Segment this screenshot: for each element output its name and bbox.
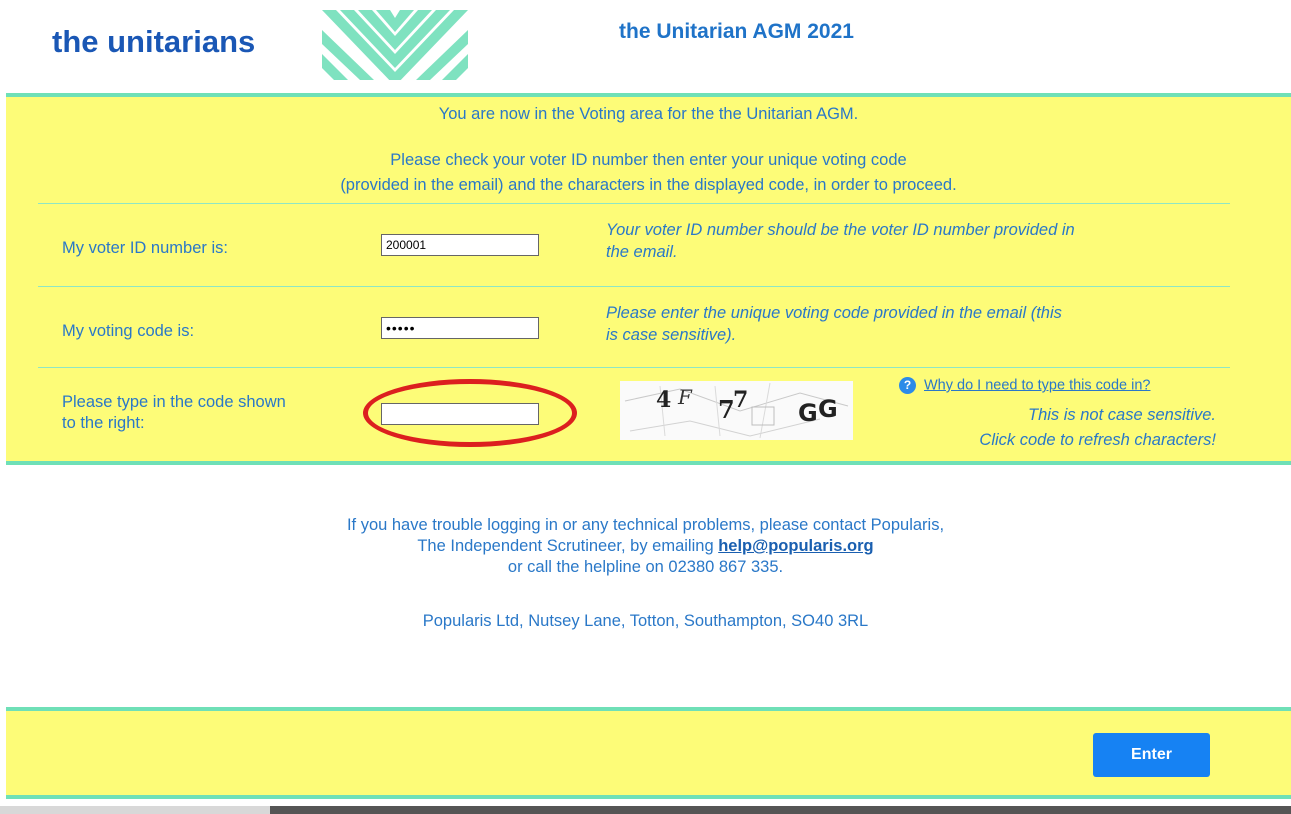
row-divider (38, 286, 1230, 287)
highlight-circle (363, 379, 577, 447)
why-code-help[interactable]: ? Why do I need to type this code in? (899, 377, 1151, 394)
voter-id-help-line-1: Your voter ID number should be the voter… (606, 221, 1075, 239)
intro-line-1: You are now in the Voting area for the t… (438, 105, 859, 123)
why-code-link[interactable]: Why do I need to type this code in? (924, 377, 1151, 393)
logo-text: the unitarians (52, 24, 256, 59)
taskbar-strip (0, 806, 1291, 814)
captcha-note-line-1: This is not case sensitive. (1028, 406, 1216, 424)
voting-code-help-line-1: Please enter the unique voting code prov… (606, 304, 1062, 322)
contact-line-2-text: The Independent Scrutineer, by emailing (417, 537, 719, 555)
captcha-note: This is not case sensitive. Click code t… (606, 403, 1216, 453)
voter-id-help-line-2: the email. (606, 243, 678, 261)
enter-button[interactable]: Enter (1093, 733, 1210, 777)
voting-code-label: My voting code is: (62, 322, 195, 340)
contact-info: If you have trouble logging in or any te… (0, 515, 1291, 578)
intro-line-3: (provided in the email) and the characte… (340, 176, 957, 194)
voter-id-label: My voter ID number is: (62, 239, 228, 257)
page-title: the Unitarian AGM 2021 (619, 20, 854, 43)
row-divider (38, 203, 1230, 204)
footer-bar: Enter (6, 707, 1291, 799)
contact-line-2: The Independent Scrutineer, by emailing … (0, 536, 1291, 557)
voter-id-input[interactable] (381, 234, 539, 256)
captcha-note-line-2: Click code to refresh characters! (979, 431, 1216, 449)
row-divider (38, 367, 1230, 368)
voting-code-help: Please enter the unique voting code prov… (606, 302, 1231, 346)
question-circle-icon: ? (899, 377, 916, 394)
contact-line-3: or call the helpline on 02380 867 335. (507, 558, 784, 576)
voting-login-panel: You are now in the Voting area for the t… (6, 93, 1291, 465)
captcha-label-line-1: Please type in the code shown (62, 393, 286, 411)
unitarians-logo-icon (322, 10, 468, 80)
company-address: Popularis Ltd, Nutsey Lane, Totton, Sout… (422, 612, 869, 630)
voting-code-input[interactable] (381, 317, 539, 339)
voting-code-help-line-2: is case sensitive). (606, 326, 737, 344)
intro-line-2: Please check your voter ID number then e… (390, 151, 907, 169)
voter-id-help: Your voter ID number should be the voter… (606, 219, 1231, 263)
captcha-label: Please type in the code shown to the rig… (62, 392, 286, 434)
help-email-link[interactable]: help@popularis.org (718, 537, 873, 555)
taskbar-segment (0, 806, 270, 814)
contact-line-1: If you have trouble logging in or any te… (346, 516, 945, 534)
captcha-label-line-2: to the right: (62, 414, 145, 432)
